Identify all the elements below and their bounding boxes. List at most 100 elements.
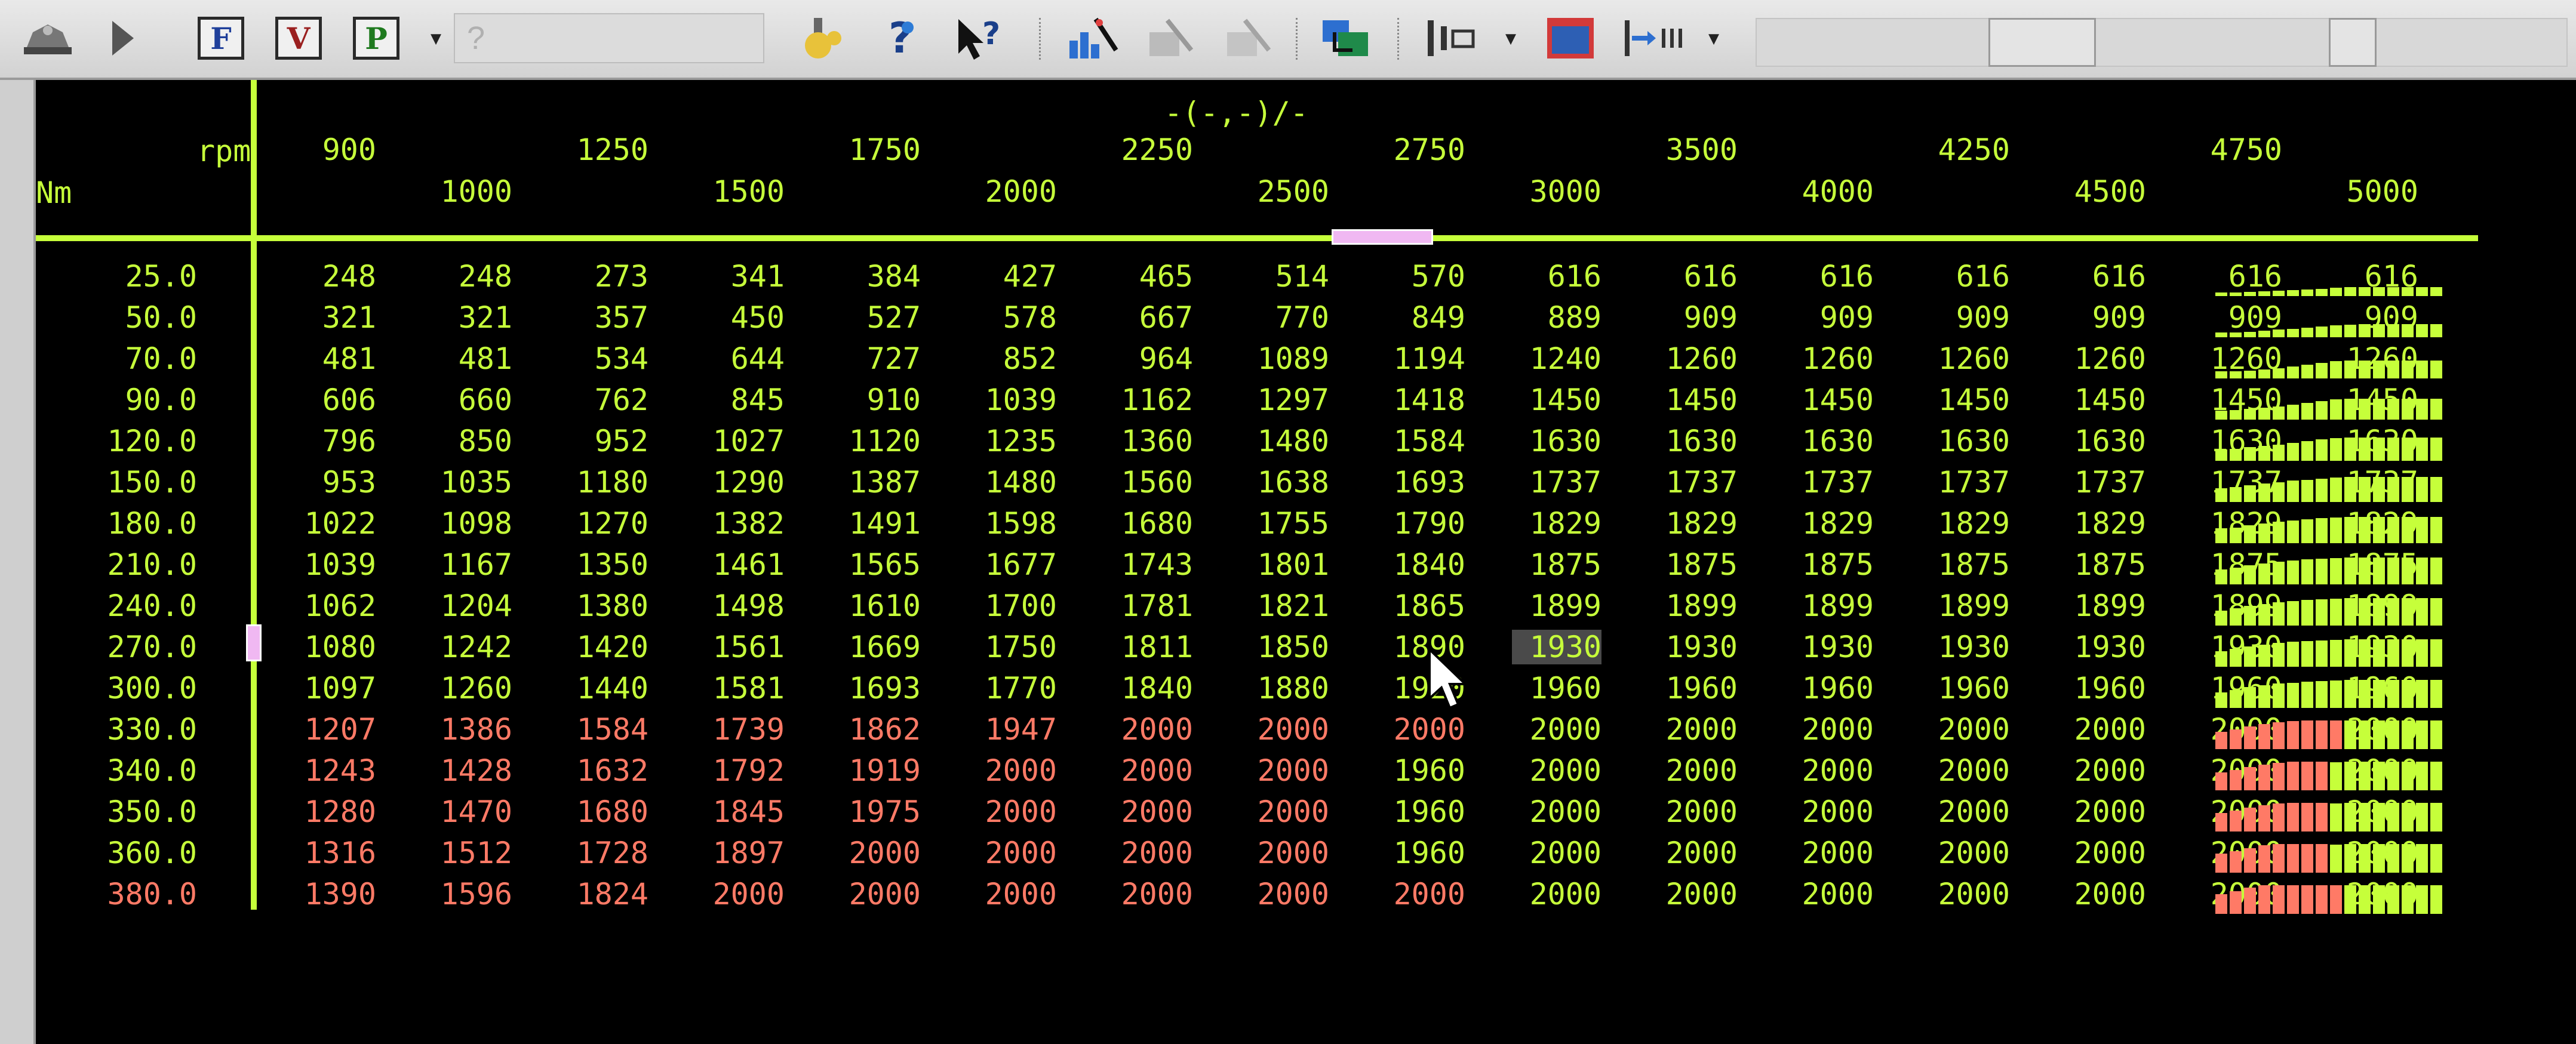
row-header[interactable]: 380.0 xyxy=(36,877,197,911)
table-cell[interactable]: 1693 xyxy=(1376,465,1465,500)
table-cell[interactable]: 2000 xyxy=(967,753,1057,788)
table-cell[interactable]: 1260 xyxy=(423,671,512,706)
table-cell[interactable]: 2000 xyxy=(1376,877,1465,911)
table-cell[interactable]: 578 xyxy=(967,300,1057,335)
table-cell[interactable]: 2000 xyxy=(1784,836,1874,870)
table-cell[interactable]: 660 xyxy=(423,383,512,417)
table-cell[interactable]: 1022 xyxy=(287,506,376,541)
table-cell[interactable]: 1781 xyxy=(1103,589,1193,623)
table-cell[interactable]: 1739 xyxy=(695,712,785,747)
table-cell[interactable]: 1875 xyxy=(2057,547,2146,582)
table-cell[interactable]: 1875 xyxy=(1648,547,1738,582)
table-cell[interactable]: 1669 xyxy=(831,630,921,664)
table-cell[interactable]: 1598 xyxy=(967,506,1057,541)
table-cell[interactable]: 644 xyxy=(695,341,785,376)
table-cell[interactable]: 2000 xyxy=(695,877,785,911)
table-cell[interactable]: 964 xyxy=(1103,341,1193,376)
table-cell[interactable]: 2000 xyxy=(1512,836,1601,870)
table-cell[interactable]: 1260 xyxy=(1648,341,1738,376)
table-cell[interactable]: 1610 xyxy=(831,589,921,623)
help-icon[interactable]: ? xyxy=(878,11,932,66)
table-cell[interactable]: 1470 xyxy=(423,794,512,829)
table-cell[interactable]: 2000 xyxy=(1512,753,1601,788)
table-cell[interactable]: 1811 xyxy=(1103,630,1193,664)
table-cell[interactable]: 849 xyxy=(1376,300,1465,335)
table-cell[interactable]: 1899 xyxy=(1784,589,1874,623)
table-cell[interactable]: 2000 xyxy=(1512,712,1601,747)
table-cell[interactable]: 1062 xyxy=(287,589,376,623)
table-cell[interactable]: 450 xyxy=(695,300,785,335)
table-cell[interactable]: 1098 xyxy=(423,506,512,541)
table-cell[interactable]: 1630 xyxy=(1784,424,1874,458)
column-header[interactable]: 2250 xyxy=(1103,133,1193,167)
table-cell[interactable]: 1235 xyxy=(967,424,1057,458)
column-header[interactable]: 3000 xyxy=(1512,174,1601,209)
table-cell[interactable]: 384 xyxy=(831,259,921,294)
table-cell[interactable]: 2000 xyxy=(1784,712,1874,747)
table-cell[interactable]: 1680 xyxy=(1103,506,1193,541)
table-cell[interactable]: 1632 xyxy=(559,753,648,788)
table-cell[interactable]: 527 xyxy=(831,300,921,335)
table-cell[interactable]: 1899 xyxy=(1512,589,1601,623)
table-cell[interactable]: 1829 xyxy=(1784,506,1874,541)
table-cell[interactable]: 1737 xyxy=(1784,465,1874,500)
step-icon[interactable] xyxy=(1618,11,1690,66)
table-cell[interactable]: 2000 xyxy=(967,794,1057,829)
table-cell[interactable]: 2000 xyxy=(1103,877,1193,911)
table-cell[interactable]: 1180 xyxy=(559,465,648,500)
table-cell[interactable]: 1700 xyxy=(967,589,1057,623)
table-cell[interactable]: 1960 xyxy=(1376,794,1465,829)
table-cell[interactable]: 1829 xyxy=(1648,506,1738,541)
table-cell[interactable]: 727 xyxy=(831,341,921,376)
slider-thumb-2[interactable] xyxy=(2329,18,2377,67)
table-cell[interactable]: 1270 xyxy=(559,506,648,541)
column-header[interactable]: 1750 xyxy=(831,133,921,167)
table-cell[interactable]: 2000 xyxy=(831,877,921,911)
table-cell[interactable]: 1512 xyxy=(423,836,512,870)
table-cell[interactable]: 427 xyxy=(967,259,1057,294)
table-cell[interactable]: 952 xyxy=(559,424,648,458)
table-cell[interactable]: 1097 xyxy=(287,671,376,706)
table-cell[interactable]: 2000 xyxy=(1648,877,1738,911)
row-header[interactable]: 350.0 xyxy=(36,794,197,829)
table-cell[interactable]: 1801 xyxy=(1240,547,1329,582)
row-header[interactable]: 50.0 xyxy=(36,300,197,335)
table-cell[interactable]: 1420 xyxy=(559,630,648,664)
table-cell[interactable]: 1899 xyxy=(1648,589,1738,623)
row-header[interactable]: 300.0 xyxy=(36,671,197,706)
table-cell[interactable]: 2000 xyxy=(1648,712,1738,747)
table-cell[interactable]: 534 xyxy=(559,341,648,376)
table-cell[interactable]: 1561 xyxy=(695,630,785,664)
table-cell[interactable]: 1840 xyxy=(1376,547,1465,582)
table-cell[interactable]: 1899 xyxy=(1920,589,2010,623)
table-cell[interactable]: 2000 xyxy=(2057,836,2146,870)
table-cell[interactable]: 341 xyxy=(695,259,785,294)
table-cell[interactable]: 2000 xyxy=(1648,794,1738,829)
table-cell[interactable]: 1829 xyxy=(1512,506,1601,541)
table-cell[interactable]: 953 xyxy=(287,465,376,500)
table-cell[interactable]: 845 xyxy=(695,383,785,417)
table-cell[interactable]: 481 xyxy=(287,341,376,376)
table-cell[interactable]: 1821 xyxy=(1240,589,1329,623)
table-cell[interactable]: 667 xyxy=(1103,300,1193,335)
table-cell[interactable]: 2000 xyxy=(1376,712,1465,747)
column-header[interactable]: 2000 xyxy=(967,174,1057,209)
row-header[interactable]: 210.0 xyxy=(36,547,197,582)
table-cell[interactable]: 2000 xyxy=(1512,794,1601,829)
table-cell[interactable]: 1207 xyxy=(287,712,376,747)
table-cell[interactable]: 1584 xyxy=(1376,424,1465,458)
table-cell[interactable]: 1260 xyxy=(1784,341,1874,376)
table-cell[interactable]: 1897 xyxy=(695,836,785,870)
table-cell[interactable]: 1039 xyxy=(287,547,376,582)
table-cell[interactable]: 1560 xyxy=(1103,465,1193,500)
column-header[interactable]: 900 xyxy=(287,133,376,167)
row-header[interactable]: 240.0 xyxy=(36,589,197,623)
table-cell[interactable]: 1035 xyxy=(423,465,512,500)
row-header[interactable]: 25.0 xyxy=(36,259,197,294)
table-cell[interactable]: 616 xyxy=(2057,259,2146,294)
table-cell[interactable]: 321 xyxy=(423,300,512,335)
table-cell[interactable]: 1089 xyxy=(1240,341,1329,376)
table-cell[interactable]: 1630 xyxy=(1512,424,1601,458)
window-icon[interactable] xyxy=(1541,11,1600,66)
table-cell[interactable]: 1450 xyxy=(2057,383,2146,417)
